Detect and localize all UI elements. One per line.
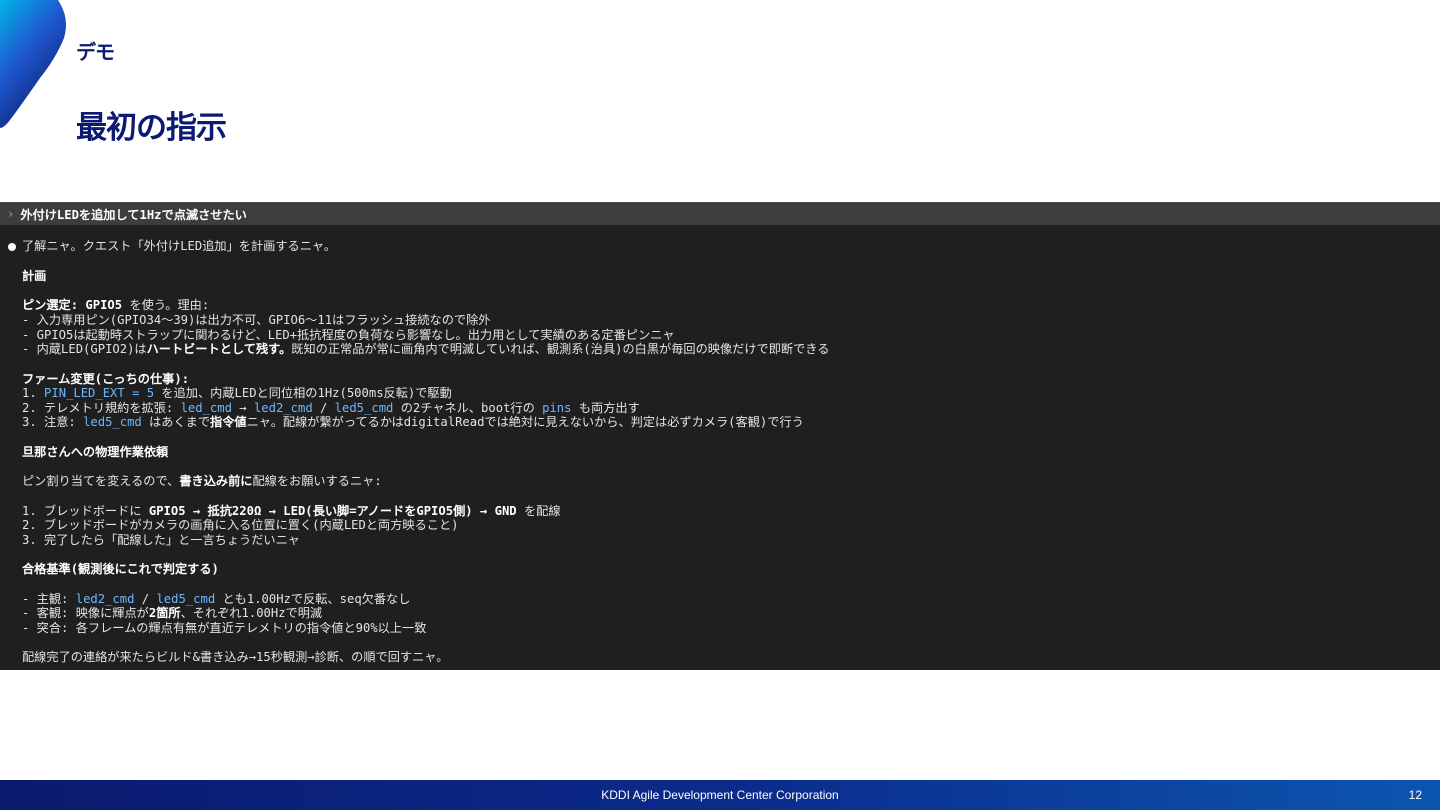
firmware-heading: ファーム変更(こっちの仕事): [22,372,190,386]
corner-decoration [0,0,66,128]
pin-reason-1: - 入力専用ピン(GPIO34〜39)は出力不可、GPIO6〜11はフラッシュ接… [22,313,491,327]
footer-bar: KDDI Agile Development Center Corporatio… [0,780,1440,810]
slide-title: 最初の指示 [76,110,227,146]
pass-criterion-2: - 客観: 映像に輝点が2箇所、それぞれ1.00Hzで明滅 [22,606,323,620]
slide-section-label: デモ [76,40,115,64]
physical-work-heading: 旦那さんへの物理作業依頼 [22,445,169,459]
firmware-step-2: 2. テレメトリ規約を拡張: led_cmd → led2_cmd / led5… [22,401,640,415]
firmware-step-1: 1. PIN_LED_EXT = 5 を追加、内蔵LEDと同位相の1Hz(500… [22,386,452,400]
firmware-step-3: 3. 注意: led5_cmd はあくまで指令値ニャ。配線が繋がってるかはdig… [22,415,804,429]
page-number: 12 [1408,788,1422,802]
prompt-caret-icon: › [7,207,15,221]
pass-criterion-3: - 突合: 各フレームの輝点有無が直近テレメトリの指令値と90%以上一致 [22,621,427,635]
physical-step-3: 3. 完了したら「配線した」と一言ちょうだいニャ [22,533,300,547]
closing-line: 配線完了の連絡が来たらビルド&書き込み→15秒観測→診断、の順で回すニャ。 [22,650,449,664]
prompt-bar[interactable]: › 外付けLEDを追加して1Hzで点滅させたい [0,202,1440,225]
prompt-text: 外付けLEDを追加して1Hzで点滅させたい [20,208,247,222]
physical-step-1: 1. ブレッドボードに GPIO5 → 抵抗220Ω → LED(長い脚=アノー… [22,504,561,518]
physical-work-intro: ピン割り当てを変えるので、書き込み前に配線をお願いするニャ: [22,474,382,488]
ack-line: 了解ニャ。クエスト「外付けLED追加」を計画するニャ。 [22,239,337,253]
terminal-window: › 外付けLEDを追加して1Hzで点滅させたい 了解ニャ。クエスト「外付けLED… [0,202,1440,670]
plan-heading: 計画 [22,269,47,283]
pin-reason-2: - GPIO5は起動時ストラップに関わるけど、LED+抵抗程度の負荷なら影響なし… [22,328,675,342]
bullet-dot-icon [8,243,16,251]
pass-criterion-1: - 主観: led2_cmd / led5_cmd とも1.00Hzで反転、se… [22,592,411,606]
footer-company-name: KDDI Agile Development Center Corporatio… [601,788,839,802]
pass-criteria-heading: 合格基準(観測後にこれで判定する) [22,562,219,576]
physical-step-2: 2. ブレッドボードがカメラの画角に入る位置に置く(内蔵LEDと両方映ること) [22,518,459,532]
pin-line: ピン選定: GPIO5 を使う。理由: [22,298,210,312]
pin-reason-3: - 内蔵LED(GPIO2)はハートビートとして残す。既知の正常品が常に画角内で… [22,342,830,356]
response-area: 了解ニャ。クエスト「外付けLED追加」を計画するニャ。 計画 ピン選定: GPI… [0,225,1440,670]
